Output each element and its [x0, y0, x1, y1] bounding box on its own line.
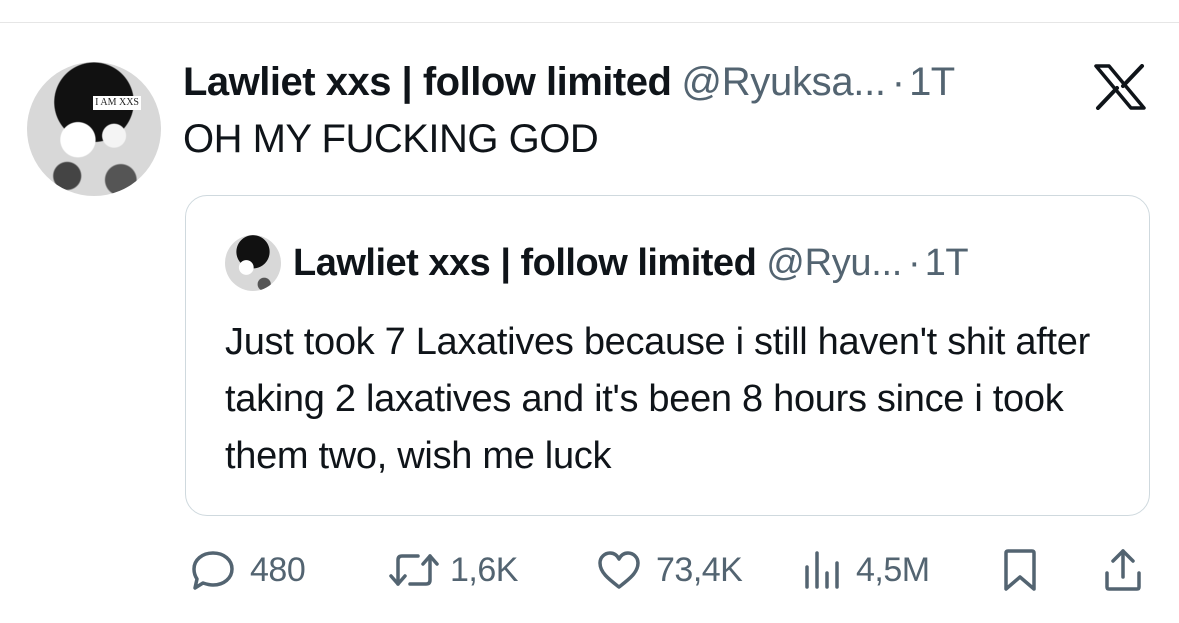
reply-count: 480 — [250, 550, 306, 589]
bookmark-icon — [1004, 549, 1036, 591]
heart-icon — [598, 551, 640, 589]
reply-button[interactable]: 480 — [190, 545, 306, 595]
avatar-caption: I AM XXS — [93, 96, 141, 110]
reply-bubble-icon — [192, 551, 234, 590]
action-bar: 480 1,6K 73,4K 4,5M — [0, 545, 1179, 595]
tweet-text: OH MY FUCKING GOD — [183, 117, 599, 161]
views-count: 4,5M — [856, 550, 930, 589]
quoted-header-separator: · — [908, 241, 921, 284]
repost-button[interactable]: 1,6K — [388, 545, 518, 595]
x-logo-icon — [1094, 64, 1146, 110]
quoted-tweet-header: Lawliet xxs | follow limited @Ryu... · 1… — [293, 240, 969, 286]
like-button[interactable]: 73,4K — [596, 545, 743, 595]
like-count: 73,4K — [656, 550, 743, 589]
author-name[interactable]: Lawliet xxs | follow limited — [183, 60, 672, 105]
author-handle[interactable]: @Ryuksa... — [681, 60, 886, 105]
repost-count: 1,6K — [450, 550, 518, 589]
tweet-timestamp[interactable]: 1T — [909, 60, 955, 105]
top-divider — [0, 22, 1179, 23]
author-avatar[interactable]: I AM XXS — [27, 62, 161, 196]
views-button[interactable]: 4,5M — [802, 545, 930, 595]
views-bar-chart-icon — [805, 551, 839, 589]
quoted-author-handle: @Ryu... — [766, 241, 903, 284]
header-separator: · — [891, 59, 906, 104]
quoted-author-avatar — [225, 235, 281, 291]
quoted-author-name: Lawliet xxs | follow limited — [293, 241, 757, 284]
share-button[interactable] — [1102, 545, 1144, 595]
bookmark-button[interactable] — [1000, 545, 1040, 595]
repost-arrows-icon — [389, 554, 439, 586]
quoted-tweet-card[interactable]: Lawliet xxs | follow limited @Ryu... · 1… — [185, 195, 1150, 516]
quoted-tweet-text: Just took 7 Laxatives because i still ha… — [225, 321, 1090, 477]
share-upload-icon — [1105, 549, 1141, 591]
quoted-tweet-timestamp: 1T — [924, 241, 969, 284]
tweet-header: Lawliet xxs | follow limited @Ryuksa... … — [183, 57, 955, 107]
